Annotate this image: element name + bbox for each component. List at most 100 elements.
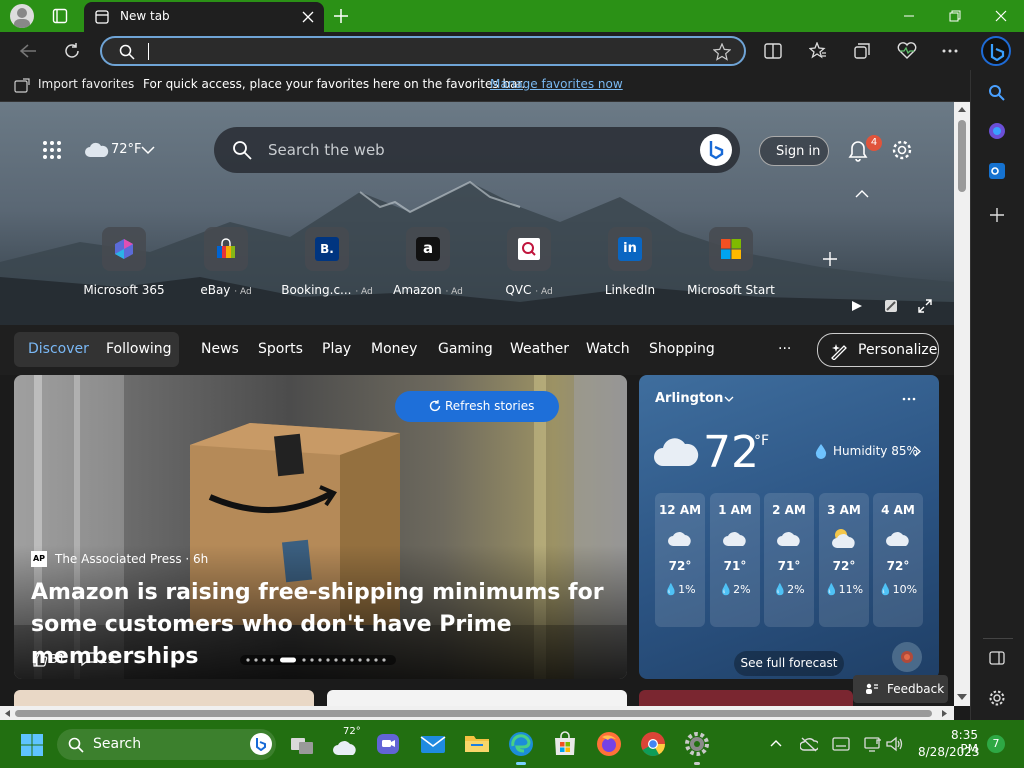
edge-icon[interactable]: [508, 731, 534, 757]
address-bar[interactable]: [100, 36, 746, 66]
add-quick-link-icon[interactable]: [822, 251, 838, 267]
profile-avatar[interactable]: [10, 4, 34, 28]
weather-location[interactable]: Arlington: [655, 391, 723, 406]
teams-chat-icon[interactable]: [376, 732, 400, 756]
sidebar-search-icon[interactable]: [988, 84, 1006, 102]
tab-play[interactable]: Play: [322, 341, 351, 357]
chevron-right-icon[interactable]: [914, 446, 921, 457]
see-full-forecast-button[interactable]: See full forecast: [734, 651, 844, 676]
sign-in-button[interactable]: Sign in: [759, 136, 829, 166]
personalize-button[interactable]: Personalize: [817, 333, 939, 367]
manage-favorites-link[interactable]: Manage favorites now: [490, 77, 623, 91]
settings-gear-icon[interactable]: [684, 731, 710, 757]
favorites-icon[interactable]: [809, 42, 827, 60]
scroll-corner-down-icon[interactable]: [954, 690, 970, 704]
more-options-icon[interactable]: [902, 397, 916, 401]
tab-actions-icon[interactable]: [52, 8, 68, 24]
comment-icon[interactable]: [80, 651, 96, 667]
file-explorer-icon[interactable]: [464, 732, 490, 754]
task-view-icon[interactable]: [290, 734, 314, 756]
page-settings-icon[interactable]: [891, 139, 913, 161]
favorite-star-icon[interactable]: [713, 43, 731, 61]
volume-icon[interactable]: [886, 736, 904, 752]
weather-widget-button[interactable]: 72°F: [84, 140, 159, 160]
split-screen-icon[interactable]: [764, 42, 782, 60]
restore-icon[interactable]: [949, 10, 961, 22]
carousel-indicator[interactable]: [240, 655, 396, 665]
vertical-scrollbar[interactable]: [954, 102, 970, 706]
collections-icon[interactable]: [853, 42, 871, 60]
back-icon[interactable]: [19, 43, 37, 59]
hourly-forecast-1am[interactable]: 1 AM 71° 💧2%: [710, 493, 760, 627]
quick-link-linkedin[interactable]: in LinkedIn: [580, 227, 680, 297]
like-icon[interactable]: [32, 651, 48, 667]
tab-gaming[interactable]: Gaming: [438, 341, 493, 357]
expand-icon[interactable]: [918, 299, 932, 313]
clock-date[interactable]: 8/28/2023: [918, 745, 980, 759]
tab-money[interactable]: Money: [371, 341, 417, 357]
microsoft-store-icon[interactable]: [552, 731, 578, 757]
quick-link-qvc[interactable]: QVC · Ad: [479, 227, 579, 297]
hide-sidebar-icon[interactable]: [989, 650, 1005, 666]
settings-more-icon[interactable]: [941, 48, 959, 54]
refresh-icon[interactable]: [63, 42, 81, 60]
notification-center-badge[interactable]: 7: [987, 735, 1005, 753]
horizontal-scrollbar[interactable]: [0, 706, 954, 720]
tab-news[interactable]: News: [201, 341, 239, 357]
hourly-forecast-2am[interactable]: 2 AM 71° 💧2%: [764, 493, 814, 627]
copilot-button[interactable]: [981, 36, 1011, 66]
tab-discover[interactable]: Discover: [28, 341, 89, 357]
web-search-box[interactable]: Search the web: [214, 127, 740, 173]
weather-map-button[interactable]: [892, 642, 922, 672]
sidebar-copilot-icon[interactable]: [988, 122, 1006, 140]
quick-link-microsoft-365[interactable]: Microsoft 365: [74, 227, 174, 297]
story-card-preview[interactable]: [639, 690, 853, 706]
more-tabs-button[interactable]: ···: [778, 341, 791, 357]
chevron-up-icon[interactable]: [770, 739, 782, 747]
background-edit-icon[interactable]: [884, 299, 898, 313]
story-card-preview[interactable]: [14, 690, 314, 706]
minimize-icon[interactable]: [903, 11, 915, 21]
widgets-button[interactable]: 72°: [331, 726, 363, 764]
quick-link-ebay[interactable]: eBay · Ad: [176, 227, 276, 297]
bing-chat-button[interactable]: [700, 134, 732, 166]
firefox-icon[interactable]: [596, 731, 622, 757]
tab-sports[interactable]: Sports: [258, 341, 303, 357]
sidebar-outlook-icon[interactable]: [988, 162, 1006, 180]
network-icon[interactable]: [864, 736, 882, 752]
close-tab-icon[interactable]: [302, 11, 314, 23]
scroll-left-icon[interactable]: [3, 709, 11, 718]
hourly-forecast-4am[interactable]: 4 AM 72° 💧10%: [873, 493, 923, 627]
scroll-up-icon[interactable]: [957, 105, 967, 113]
mail-icon[interactable]: [420, 733, 446, 755]
tab-new-tab[interactable]: New tab: [84, 2, 324, 32]
quick-link-amazon[interactable]: a Amazon · Ad: [378, 227, 478, 297]
collapse-chevron-icon[interactable]: [855, 189, 869, 199]
scroll-thumb[interactable]: [958, 120, 966, 192]
tab-weather[interactable]: Weather: [510, 341, 569, 357]
story-card-preview[interactable]: [327, 690, 627, 706]
sidebar-settings-icon[interactable]: [988, 689, 1006, 707]
quick-link-booking[interactable]: B. Booking.c... · Ad: [277, 227, 377, 297]
hourly-forecast-12am[interactable]: 12 AM 72° 💧1%: [655, 493, 705, 627]
taskbar-search[interactable]: Search: [57, 729, 276, 760]
onedrive-icon[interactable]: [800, 736, 818, 752]
chrome-icon[interactable]: [640, 731, 666, 757]
close-window-icon[interactable]: [995, 10, 1007, 22]
scroll-right-icon[interactable]: [941, 709, 949, 718]
play-icon[interactable]: [851, 300, 863, 312]
tab-shopping[interactable]: Shopping: [649, 341, 715, 357]
address-input[interactable]: [152, 42, 672, 62]
tab-following[interactable]: Following: [106, 341, 172, 357]
feedback-button[interactable]: Feedback: [853, 675, 948, 703]
windows-start-icon[interactable]: [21, 734, 43, 756]
bell-icon[interactable]: [848, 140, 868, 162]
refresh-stories-button[interactable]: Refresh stories: [395, 391, 559, 422]
import-favorites-button[interactable]: Import favorites: [38, 77, 134, 91]
sidebar-add-icon[interactable]: [989, 207, 1005, 223]
keyboard-icon[interactable]: [832, 737, 850, 751]
apps-grid-icon[interactable]: [42, 140, 62, 160]
scroll-thumb[interactable]: [15, 710, 932, 717]
tab-watch[interactable]: Watch: [586, 341, 630, 357]
browser-essentials-icon[interactable]: [897, 42, 917, 60]
